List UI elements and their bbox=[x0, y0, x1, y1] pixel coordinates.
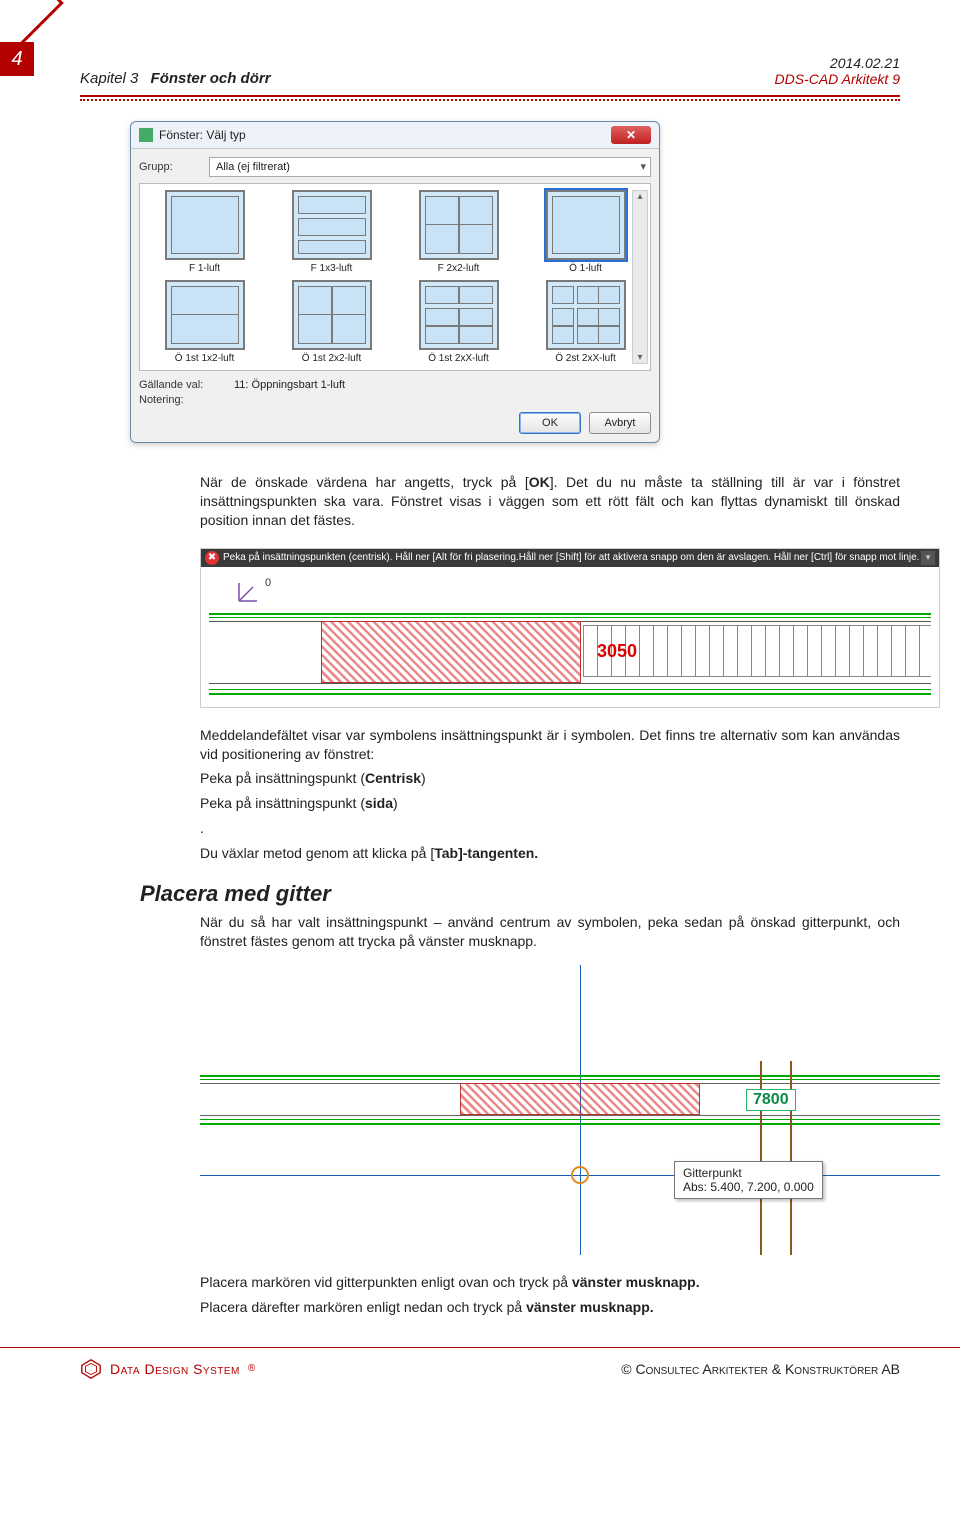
brand-logo-icon bbox=[80, 1358, 102, 1380]
chapter-title: Fönster och dörr bbox=[151, 70, 271, 87]
figure-grid-point: 7800 Gitterpunkt Abs: 5.400, 7.200, 0.00… bbox=[200, 965, 940, 1255]
page-footer: Data Design System ® © Consultec Arkitek… bbox=[0, 1347, 960, 1398]
tooltip-gitterpunkt: Gitterpunkt Abs: 5.400, 7.200, 0.000 bbox=[674, 1161, 823, 1199]
paragraph: Meddelandefältet visar var symbolens ins… bbox=[200, 726, 900, 764]
paragraph: Placera därefter markören enligt nedan o… bbox=[200, 1298, 900, 1317]
header-rule bbox=[80, 95, 900, 97]
window-type-label: Ö 1st 1x2-luft bbox=[144, 353, 265, 364]
page-header: Kapitel 3 Fönster och dörr 2014.02.21 DD… bbox=[0, 0, 960, 93]
paragraph: . bbox=[200, 819, 900, 838]
grid-axis-h bbox=[200, 1175, 940, 1176]
dialog-window-type: Fönster: Välj typ ✕ Grupp: Alla (ej filt… bbox=[130, 121, 660, 443]
close-icon[interactable]: ✖ bbox=[205, 551, 219, 565]
window-type-label: F 1x3-luft bbox=[271, 263, 392, 274]
figure-wall-insert: ✖ Peka på insättningspunkten (centrisk).… bbox=[200, 548, 940, 708]
dialog-title: Fönster: Välj typ bbox=[159, 128, 246, 142]
ok-button[interactable]: OK bbox=[519, 412, 581, 434]
window-type-item[interactable]: Ö 1st 2xX-luft bbox=[398, 280, 519, 364]
window-hatched bbox=[460, 1083, 700, 1115]
dimension-label: 7800 bbox=[746, 1089, 796, 1111]
close-button[interactable]: ✕ bbox=[611, 126, 651, 144]
dim-zero: 0 bbox=[265, 577, 271, 589]
cancel-button[interactable]: Avbryt bbox=[589, 412, 651, 434]
paragraph: Peka på insättningspunkt (Centrisk) bbox=[200, 769, 900, 788]
paragraph: Du växlar metod genom att klicka på [Tab… bbox=[200, 844, 900, 863]
gitterpunkt-marker bbox=[571, 1166, 589, 1184]
dialog-icon bbox=[139, 128, 153, 142]
header-date: 2014.02.21 bbox=[774, 55, 900, 71]
chapter-label: Kapitel 3 bbox=[80, 70, 138, 87]
grupp-value: Alla (ej filtrerat) bbox=[216, 161, 290, 173]
window-type-label: Ö 1st 2x2-luft bbox=[271, 353, 392, 364]
window-type-label: F 2x2-luft bbox=[398, 263, 519, 274]
window-type-item[interactable]: F 1x3-luft bbox=[271, 190, 392, 274]
brand-text: Data Design System bbox=[110, 1361, 240, 1377]
window-type-item[interactable]: F 1-luft bbox=[144, 190, 265, 274]
window-type-label: Ö 1st 2xX-luft bbox=[398, 353, 519, 364]
angle-marker bbox=[235, 579, 261, 605]
grupp-label: Grupp: bbox=[139, 161, 199, 173]
paragraph: När du så har valt insättningspunkt – an… bbox=[200, 913, 900, 951]
brand-reg: ® bbox=[248, 1363, 256, 1374]
heading-placera: Placera med gitter bbox=[140, 881, 900, 907]
window-type-label: Ö 1-luft bbox=[525, 263, 646, 274]
gallande-label: Gällande val: bbox=[139, 379, 224, 391]
chevron-down-icon[interactable]: ▾ bbox=[921, 551, 935, 565]
window-type-item[interactable]: Ö 1st 2x2-luft bbox=[271, 280, 392, 364]
gallande-value: 11: Öppningsbart 1-luft bbox=[234, 379, 345, 391]
window-type-grid: F 1-luft F 1x3-luft bbox=[139, 183, 651, 371]
tooltip-title: Gitterpunkt bbox=[683, 1166, 814, 1180]
window-type-item[interactable]: Ö 1-luft bbox=[525, 190, 646, 274]
grupp-combo[interactable]: Alla (ej filtrerat) bbox=[209, 157, 651, 177]
window-type-item[interactable]: F 2x2-luft bbox=[398, 190, 519, 274]
window-type-item[interactable]: Ö 1st 1x2-luft bbox=[144, 280, 265, 364]
window-hatched bbox=[321, 621, 581, 683]
dialog-info: Gällande val: 11: Öppningsbart 1-luft No… bbox=[139, 379, 651, 406]
window-type-item[interactable]: Ö 2st 2xX-luft bbox=[525, 280, 646, 364]
paragraph: Peka på insättningspunkt (sida) bbox=[200, 794, 900, 813]
page-number: 4 bbox=[0, 42, 34, 76]
grid-scrollbar[interactable] bbox=[632, 190, 648, 364]
paragraph: Placera markören vid gitterpunkten enlig… bbox=[200, 1273, 900, 1292]
paragraph: När de önskade värdena har angetts, tryc… bbox=[200, 473, 900, 530]
tooltip-abs: Abs: 5.400, 7.200, 0.000 bbox=[683, 1180, 814, 1194]
window-type-label: F 1-luft bbox=[144, 263, 265, 274]
header-product: DDS-CAD Arkitekt 9 bbox=[774, 71, 900, 87]
copyright: © Consultec Arkitekter & Konstruktörer A… bbox=[621, 1361, 900, 1377]
dimension-label: 3050 bbox=[597, 641, 637, 662]
window-type-label: Ö 2st 2xX-luft bbox=[525, 353, 646, 364]
notering-label: Notering: bbox=[139, 394, 224, 406]
instruction-text: Peka på insättningspunkten (centrisk). H… bbox=[223, 552, 919, 563]
